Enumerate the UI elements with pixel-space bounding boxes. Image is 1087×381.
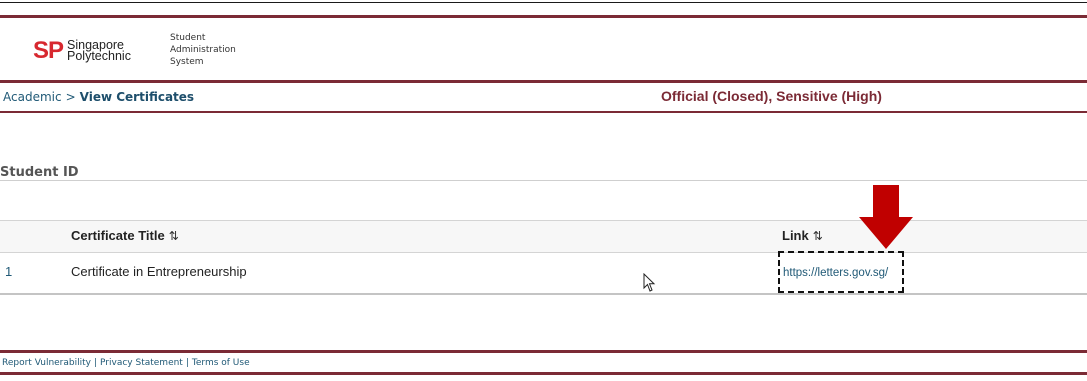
sort-arrows-icon[interactable]: ⇅	[813, 229, 823, 243]
student-id-divider	[0, 180, 1087, 181]
column-header-link[interactable]: Link ⇅	[782, 228, 823, 243]
breadcrumb-separator: >	[65, 90, 76, 104]
logo-line-2: Polytechnic	[67, 49, 131, 63]
breadcrumb-academic[interactable]: Academic	[3, 90, 62, 104]
system-name: Student Administration System	[170, 32, 236, 68]
footer-separator: |	[93, 358, 98, 368]
certificate-title-cell: Certificate in Entrepreneurship	[71, 264, 247, 279]
header-bottom-rule	[0, 80, 1087, 83]
footer-separator: |	[185, 358, 189, 368]
column-header-certificate-title[interactable]: Certificate Title ⇅	[71, 228, 179, 243]
breadcrumb-bottom-rule	[0, 111, 1087, 113]
row-index: 1	[5, 264, 13, 279]
sp-logo[interactable]: SP Singapore Polytechnic	[33, 39, 131, 63]
breadcrumb: Academic > View Certificates	[3, 90, 194, 104]
student-id-label: Student ID	[0, 165, 79, 180]
header-top-rule	[0, 15, 1087, 18]
red-down-arrow-icon	[859, 185, 913, 249]
column-header-certificate-title-label: Certificate Title	[71, 228, 165, 243]
system-name-line-2: Administration	[170, 45, 236, 55]
footer-link-terms-of-use[interactable]: Terms of Use	[192, 358, 250, 368]
system-name-line-3: System	[170, 57, 204, 67]
logo-text: Singapore Polytechnic	[67, 39, 131, 63]
footer-link-report-vulnerability[interactable]: Report Vulnerability	[2, 358, 91, 368]
column-header-link-label: Link	[782, 228, 809, 243]
certificate-link[interactable]: https://letters.gov.sg/	[783, 267, 888, 279]
sort-arrows-icon[interactable]: ⇅	[169, 229, 179, 243]
mouse-cursor-icon	[643, 273, 656, 292]
table-row-divider	[0, 293, 1087, 295]
footer-bottom-rule	[0, 372, 1087, 375]
footer-link-privacy-statement[interactable]: Privacy Statement	[100, 358, 183, 368]
top-border	[0, 2, 1087, 3]
logo-mark: SP	[33, 37, 64, 64]
breadcrumb-current: View Certificates	[79, 90, 195, 104]
footer-links: Report Vulnerability | Privacy Statement | T…	[2, 358, 250, 368]
system-name-line-1: Student	[170, 33, 206, 43]
classification-label: Official (Closed), Sensitive (High)	[661, 88, 882, 104]
footer-top-rule	[0, 350, 1087, 353]
